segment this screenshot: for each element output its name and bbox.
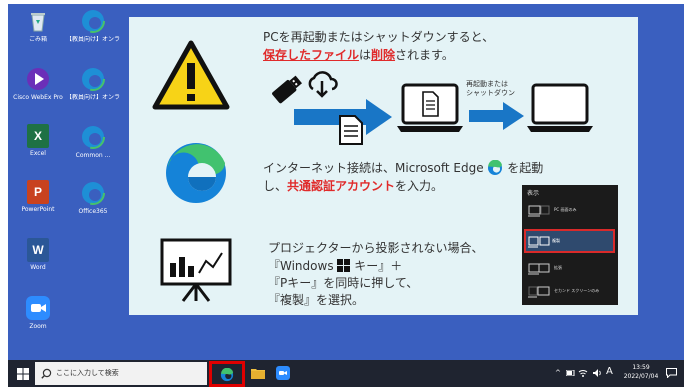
windows-logo-icon [337,259,351,272]
desktop-icon-edge-qa[interactable]: 【教員向け】オンライン授業Q&A [66,8,120,44]
internet-line2: し、共通認証アカウントを入力。 [263,179,444,193]
laptop-icon [527,83,593,132]
desktop-icon-powerpoint[interactable]: P PowerPoint [11,180,65,214]
taskbar: ここに入力して検索 ^ A 13:59 2022/07/04 [8,360,684,387]
project-menu-title: 表示 [527,190,540,197]
file-explorer-icon[interactable] [251,367,265,379]
search-icon [41,368,52,379]
desktop-icon-recycle-bin[interactable]: ごみ箱 [11,8,65,44]
laptop-icon [397,83,463,132]
warning-icon [152,40,230,110]
monitor-second-only-icon [528,286,550,298]
shutdown-warning-line2: 保存したファイルは削除されます。 [263,48,454,62]
shared-account-text: 共通認証アカウント [287,179,396,193]
ime-indicator[interactable]: A [606,366,613,377]
projector-line2: 『Windows キー』＋ [268,259,403,273]
start-button[interactable] [17,368,29,380]
volume-icon[interactable] [592,368,602,378]
project-display-menu: 表示 PC 画面のみ 複製 拡張 セカンド スクリーンのみ [522,185,618,305]
desktop: ごみ箱 Cisco WebEx Pro X Excel P PowerPoint… [8,4,684,360]
project-option-duplicate[interactable]: 複製 [524,229,615,253]
document-icon [339,115,363,145]
projector-screen-icon [160,238,232,302]
edge-logo-icon [166,143,226,203]
cloud-download-icon [308,71,338,98]
edge-icon [80,8,106,34]
taskbar-clock[interactable]: 13:59 2022/07/04 [620,363,662,381]
project-option-extend[interactable]: 拡張 [526,259,614,279]
edge-icon [220,368,234,382]
desktop-icon-zoom[interactable]: Zoom [11,295,65,331]
taskbar-search-box[interactable]: ここに入力して検索 [35,362,207,385]
excel-icon: X [27,124,49,148]
desktop-icon-word[interactable]: W Word [11,238,65,272]
projector-line4: 『複製』を選択。 [268,293,365,307]
monitor-duplicate-icon [528,236,550,248]
notification-icon[interactable] [666,368,677,378]
projector-line3: 『Pキー』を同時に押して、 [268,276,419,290]
search-placeholder: ここに入力して検索 [56,369,119,377]
edge-icon [80,124,106,150]
desktop-icon-edge-support[interactable]: 【教員向け】オンライン授業サポート [66,66,120,102]
instruction-slide: PCを再起動またはシャットダウンすると、 保存したファイルは削除されます。 再起… [129,17,638,315]
internet-line1: インターネット接続は、Microsoft Edge を起動 [263,159,544,175]
battery-icon[interactable] [566,370,575,376]
restart-label-2: シャットダウン [466,89,515,97]
network-icon[interactable] [578,368,588,378]
edge-icon [488,159,503,175]
monitor-extend-icon [528,263,550,275]
edge-icon [80,180,106,206]
edge-icon [80,66,106,92]
desktop-icon-edge-office[interactable]: Office365 [66,180,120,216]
saved-files-text: 保存したファイル [263,48,360,62]
desktop-icon-edge-common[interactable]: Common ... [66,124,120,160]
desktop-icon-video-player[interactable]: Cisco WebEx Pro [11,66,65,102]
projector-line1: プロジェクターから投影されない場合、 [268,241,484,255]
video-player-icon [25,66,51,92]
arrow-right-icon [469,102,524,130]
word-icon: W [27,238,49,262]
desktop-icon-excel[interactable]: X Excel [11,124,65,158]
monitor-pc-only-icon [528,205,550,217]
zoom-icon [25,295,51,321]
recycle-bin-icon [25,8,51,34]
deleted-text: 削除 [371,48,396,62]
taskbar-edge-button[interactable] [209,361,245,387]
restart-label-1: 再起動または [466,80,508,88]
powerpoint-icon: P [27,180,49,204]
project-option-pc-only[interactable]: PC 画面のみ [526,201,614,221]
zoom-taskbar-icon[interactable] [276,366,290,380]
shutdown-warning-line1: PCを再起動またはシャットダウンすると、 [263,30,495,44]
project-option-second-only[interactable]: セカンド スクリーンのみ [526,282,614,302]
chevron-up-icon[interactable]: ^ [555,369,561,377]
